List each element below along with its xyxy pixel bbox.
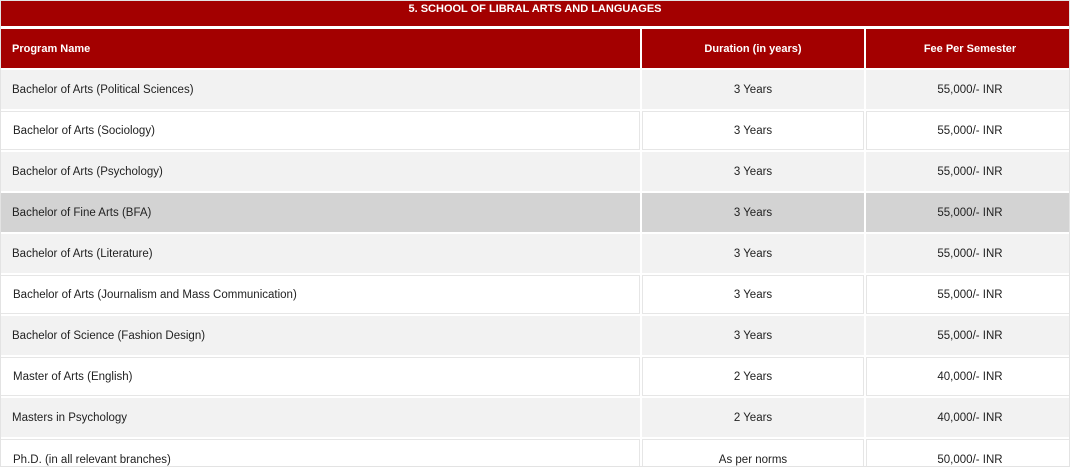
program-name-cell: Bachelor of Science (Fashion Design) [0,316,640,355]
duration-cell: 3 Years [642,152,864,191]
duration-cell: 2 Years [642,357,864,396]
fee-cell: 55,000/- INR [866,275,1070,314]
table-row-highlighted: Bachelor of Fine Arts (BFA) 3 Years 55,0… [0,193,1070,232]
program-name-cell: Bachelor of Arts (Literature) [0,234,640,273]
duration-cell: 3 Years [642,193,864,232]
fee-cell: 55,000/- INR [866,193,1070,232]
duration-cell: 2 Years [642,398,864,437]
table-row: Bachelor of Arts (Psychology) 3 Years 55… [0,152,1070,191]
table-header-row: Program Name Duration (in years) Fee Per… [0,29,1070,68]
header-fee: Fee Per Semester [866,29,1070,68]
fee-cell: 55,000/- INR [866,111,1070,150]
duration-cell: As per norms [642,439,864,467]
fee-cell: 55,000/- INR [866,152,1070,191]
fee-cell: 55,000/- INR [866,316,1070,355]
fee-cell: 40,000/- INR [866,357,1070,396]
fee-table-section: 5. SCHOOL OF LIBRAL ARTS AND LANGUAGES P… [0,0,1070,467]
program-name-cell: Bachelor of Arts (Political Sciences) [0,70,640,109]
fee-cell: 40,000/- INR [866,398,1070,437]
duration-cell: 3 Years [642,70,864,109]
table-row: Bachelor of Arts (Literature) 3 Years 55… [0,234,1070,273]
table-row: Masters in Psychology 2 Years 40,000/- I… [0,398,1070,437]
program-name-cell: Bachelor of Arts (Psychology) [0,152,640,191]
program-name-cell: Ph.D. (in all relevant branches) [0,439,640,467]
program-name-cell: Bachelor of Arts (Sociology) [0,111,640,150]
section-title: 5. SCHOOL OF LIBRAL ARTS AND LANGUAGES [0,0,1070,28]
table-row: Bachelor of Science (Fashion Design) 3 Y… [0,316,1070,355]
table-row: Bachelor of Arts (Political Sciences) 3 … [0,70,1070,109]
duration-cell: 3 Years [642,111,864,150]
table-row: Ph.D. (in all relevant branches) As per … [0,439,1070,467]
program-name-cell: Bachelor of Arts (Journalism and Mass Co… [0,275,640,314]
program-name-cell: Masters in Psychology [0,398,640,437]
fee-cell: 55,000/- INR [866,70,1070,109]
fee-cell: 55,000/- INR [866,234,1070,273]
table-row: Master of Arts (English) 2 Years 40,000/… [0,357,1070,396]
fee-table: Program Name Duration (in years) Fee Per… [0,27,1070,467]
program-name-cell: Bachelor of Fine Arts (BFA) [0,193,640,232]
header-duration: Duration (in years) [642,29,864,68]
duration-cell: 3 Years [642,275,864,314]
header-program-name: Program Name [0,29,640,68]
duration-cell: 3 Years [642,234,864,273]
program-name-cell: Master of Arts (English) [0,357,640,396]
duration-cell: 3 Years [642,316,864,355]
table-row: Bachelor of Arts (Sociology) 3 Years 55,… [0,111,1070,150]
table-row: Bachelor of Arts (Journalism and Mass Co… [0,275,1070,314]
fee-cell: 50,000/- INR [866,439,1070,467]
